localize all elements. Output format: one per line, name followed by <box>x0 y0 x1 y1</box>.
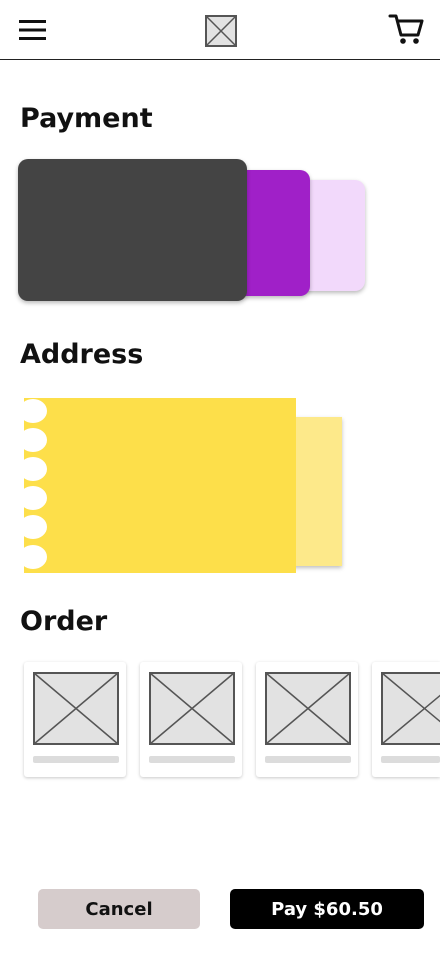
image-placeholder-icon <box>149 672 235 745</box>
image-placeholder-icon <box>265 672 351 745</box>
shopping-cart-icon[interactable] <box>388 12 424 46</box>
payment-card-1[interactable] <box>18 159 247 301</box>
notebook-binding-hole <box>19 515 47 539</box>
item-label-placeholder <box>149 756 235 763</box>
payment-section-title: Payment <box>20 103 153 134</box>
order-item-card[interactable] <box>256 662 358 777</box>
order-item-card[interactable] <box>372 662 440 777</box>
address-section-title: Address <box>20 339 144 370</box>
image-placeholder-icon <box>33 672 119 745</box>
notebook-binding-hole <box>19 545 47 569</box>
item-label-placeholder <box>381 756 440 763</box>
top-app-bar <box>0 0 440 60</box>
notebook-binding-hole <box>19 486 47 510</box>
hamburger-menu-icon[interactable] <box>18 18 48 42</box>
image-placeholder-icon <box>381 672 440 745</box>
cancel-button[interactable]: Cancel <box>38 889 200 929</box>
notebook-binding-hole <box>19 399 47 423</box>
order-section-title: Order <box>20 606 108 637</box>
pay-button[interactable]: Pay $60.50 <box>230 889 424 929</box>
notebook-binding-hole <box>19 428 47 452</box>
order-item-card[interactable] <box>140 662 242 777</box>
item-label-placeholder <box>265 756 351 763</box>
address-card-1[interactable] <box>24 398 296 573</box>
logo-placeholder-icon <box>205 15 237 47</box>
item-label-placeholder <box>33 756 119 763</box>
order-item-card[interactable] <box>24 662 126 777</box>
notebook-binding-hole <box>19 457 47 481</box>
